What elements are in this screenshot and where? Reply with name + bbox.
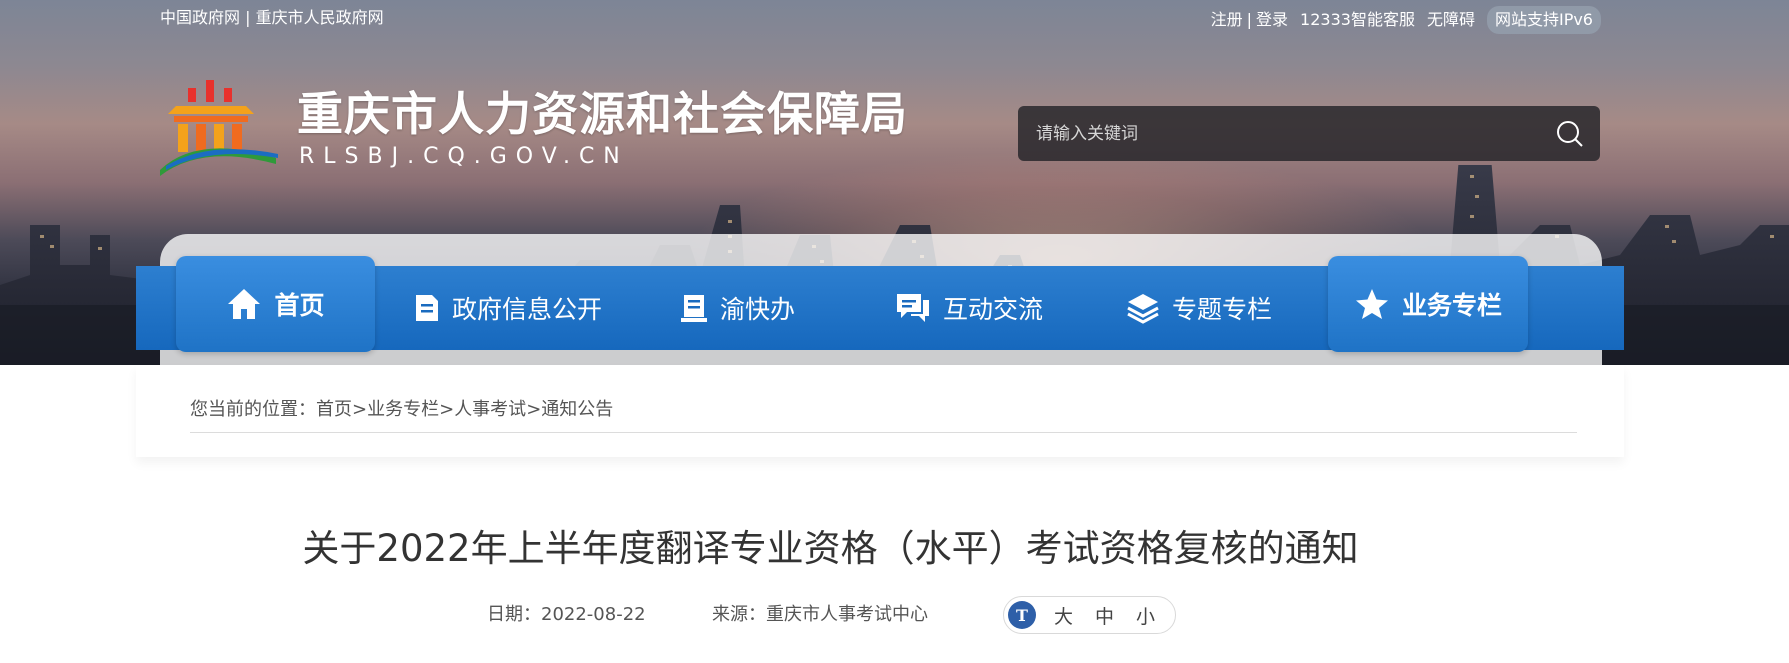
register-link[interactable]: 注册 <box>1211 8 1243 32</box>
article-date: 日期：2022-08-22 <box>487 603 646 627</box>
date-label: 日期： <box>487 604 541 625</box>
search-box <box>1018 106 1600 161</box>
nav-label: 专题专栏 <box>1172 295 1273 324</box>
book-icon <box>681 295 707 322</box>
breadcrumb-business[interactable]: 业务专栏 <box>367 399 439 420</box>
home-icon <box>228 289 261 319</box>
nav-item-gov-info[interactable]: 政府信息公开 <box>414 266 602 350</box>
article-source: 来源：重庆市人事考试中心 <box>712 603 928 627</box>
source-value: 重庆市人事考试中心 <box>766 604 928 625</box>
font-size-large-button[interactable]: 大 <box>1054 602 1073 629</box>
nav-label: 渝快办 <box>720 295 796 324</box>
page: 中国政府网 | 重庆市人民政府网 注册 | 登录 12333智能客服 无障碍 网… <box>0 0 1789 663</box>
search-icon <box>1557 120 1583 147</box>
breadcrumb-prefix: 您当前的位置： <box>190 399 316 420</box>
breadcrumb: 您当前的位置：首页>业务专栏>人事考试>通知公告 <box>190 398 613 422</box>
font-size-switcher: T 大 中 小 <box>1003 596 1176 634</box>
link-separator: | <box>245 8 256 27</box>
accessibility-link[interactable]: 无障碍 <box>1427 8 1475 32</box>
site-title: 重庆市人力资源和社会保障局 <box>297 87 908 141</box>
smart-service-link[interactable]: 12333智能客服 <box>1300 8 1415 32</box>
source-label: 来源： <box>712 604 766 625</box>
layers-icon <box>1127 294 1159 324</box>
breadcrumb-separator: > <box>352 399 368 420</box>
nav-item-special-topics[interactable]: 专题专栏 <box>1126 266 1272 350</box>
nav-item-home[interactable]: 首页 <box>176 256 375 352</box>
document-icon <box>416 295 438 321</box>
login-link[interactable]: 登录 <box>1256 8 1288 32</box>
chat-icon <box>897 294 929 322</box>
breadcrumb-home[interactable]: 首页 <box>316 399 352 420</box>
nav-label: 互动交流 <box>943 295 1044 324</box>
gov-cn-link[interactable]: 中国政府网 <box>160 8 240 27</box>
date-value: 2022-08-22 <box>541 604 646 625</box>
nav-item-business[interactable]: 业务专栏 <box>1328 256 1528 352</box>
breadcrumb-divider <box>190 432 1577 433</box>
link-separator: | <box>1246 10 1253 29</box>
search-input[interactable] <box>1018 106 1540 161</box>
nav-item-interaction[interactable]: 互动交流 <box>895 266 1043 350</box>
breadcrumb-separator: > <box>526 399 542 420</box>
breadcrumb-separator: > <box>439 399 455 420</box>
site-domain: RLSBJ.CQ.GOV.CN <box>299 144 629 169</box>
government-links: 中国政府网 | 重庆市人民政府网 <box>160 8 384 28</box>
article-title: 关于2022年上半年度翻译专业资格（水平）考试资格复核的通知 <box>302 527 1359 570</box>
nav-item-yukuaiban[interactable]: 渝快办 <box>680 266 795 350</box>
font-size-icon: T <box>1008 601 1036 629</box>
font-size-small-button[interactable]: 小 <box>1136 602 1155 629</box>
cq-gov-link[interactable]: 重庆市人民政府网 <box>256 8 384 27</box>
ipv6-badge: 网站支持IPv6 <box>1486 6 1601 34</box>
search-button[interactable] <box>1540 106 1600 161</box>
nav-label: 业务专栏 <box>1401 291 1502 320</box>
breadcrumb-notices[interactable]: 通知公告 <box>541 399 613 420</box>
star-icon <box>1355 289 1388 319</box>
nav-label: 首页 <box>274 291 325 320</box>
bureau-logo-icon <box>160 80 278 176</box>
nav-label: 政府信息公开 <box>452 295 603 324</box>
breadcrumb-personnel-exam[interactable]: 人事考试 <box>454 399 526 420</box>
font-size-medium-button[interactable]: 中 <box>1095 602 1114 629</box>
user-links: 注册 | 登录 12333智能客服 无障碍 网站支持IPv6 <box>1211 6 1601 34</box>
